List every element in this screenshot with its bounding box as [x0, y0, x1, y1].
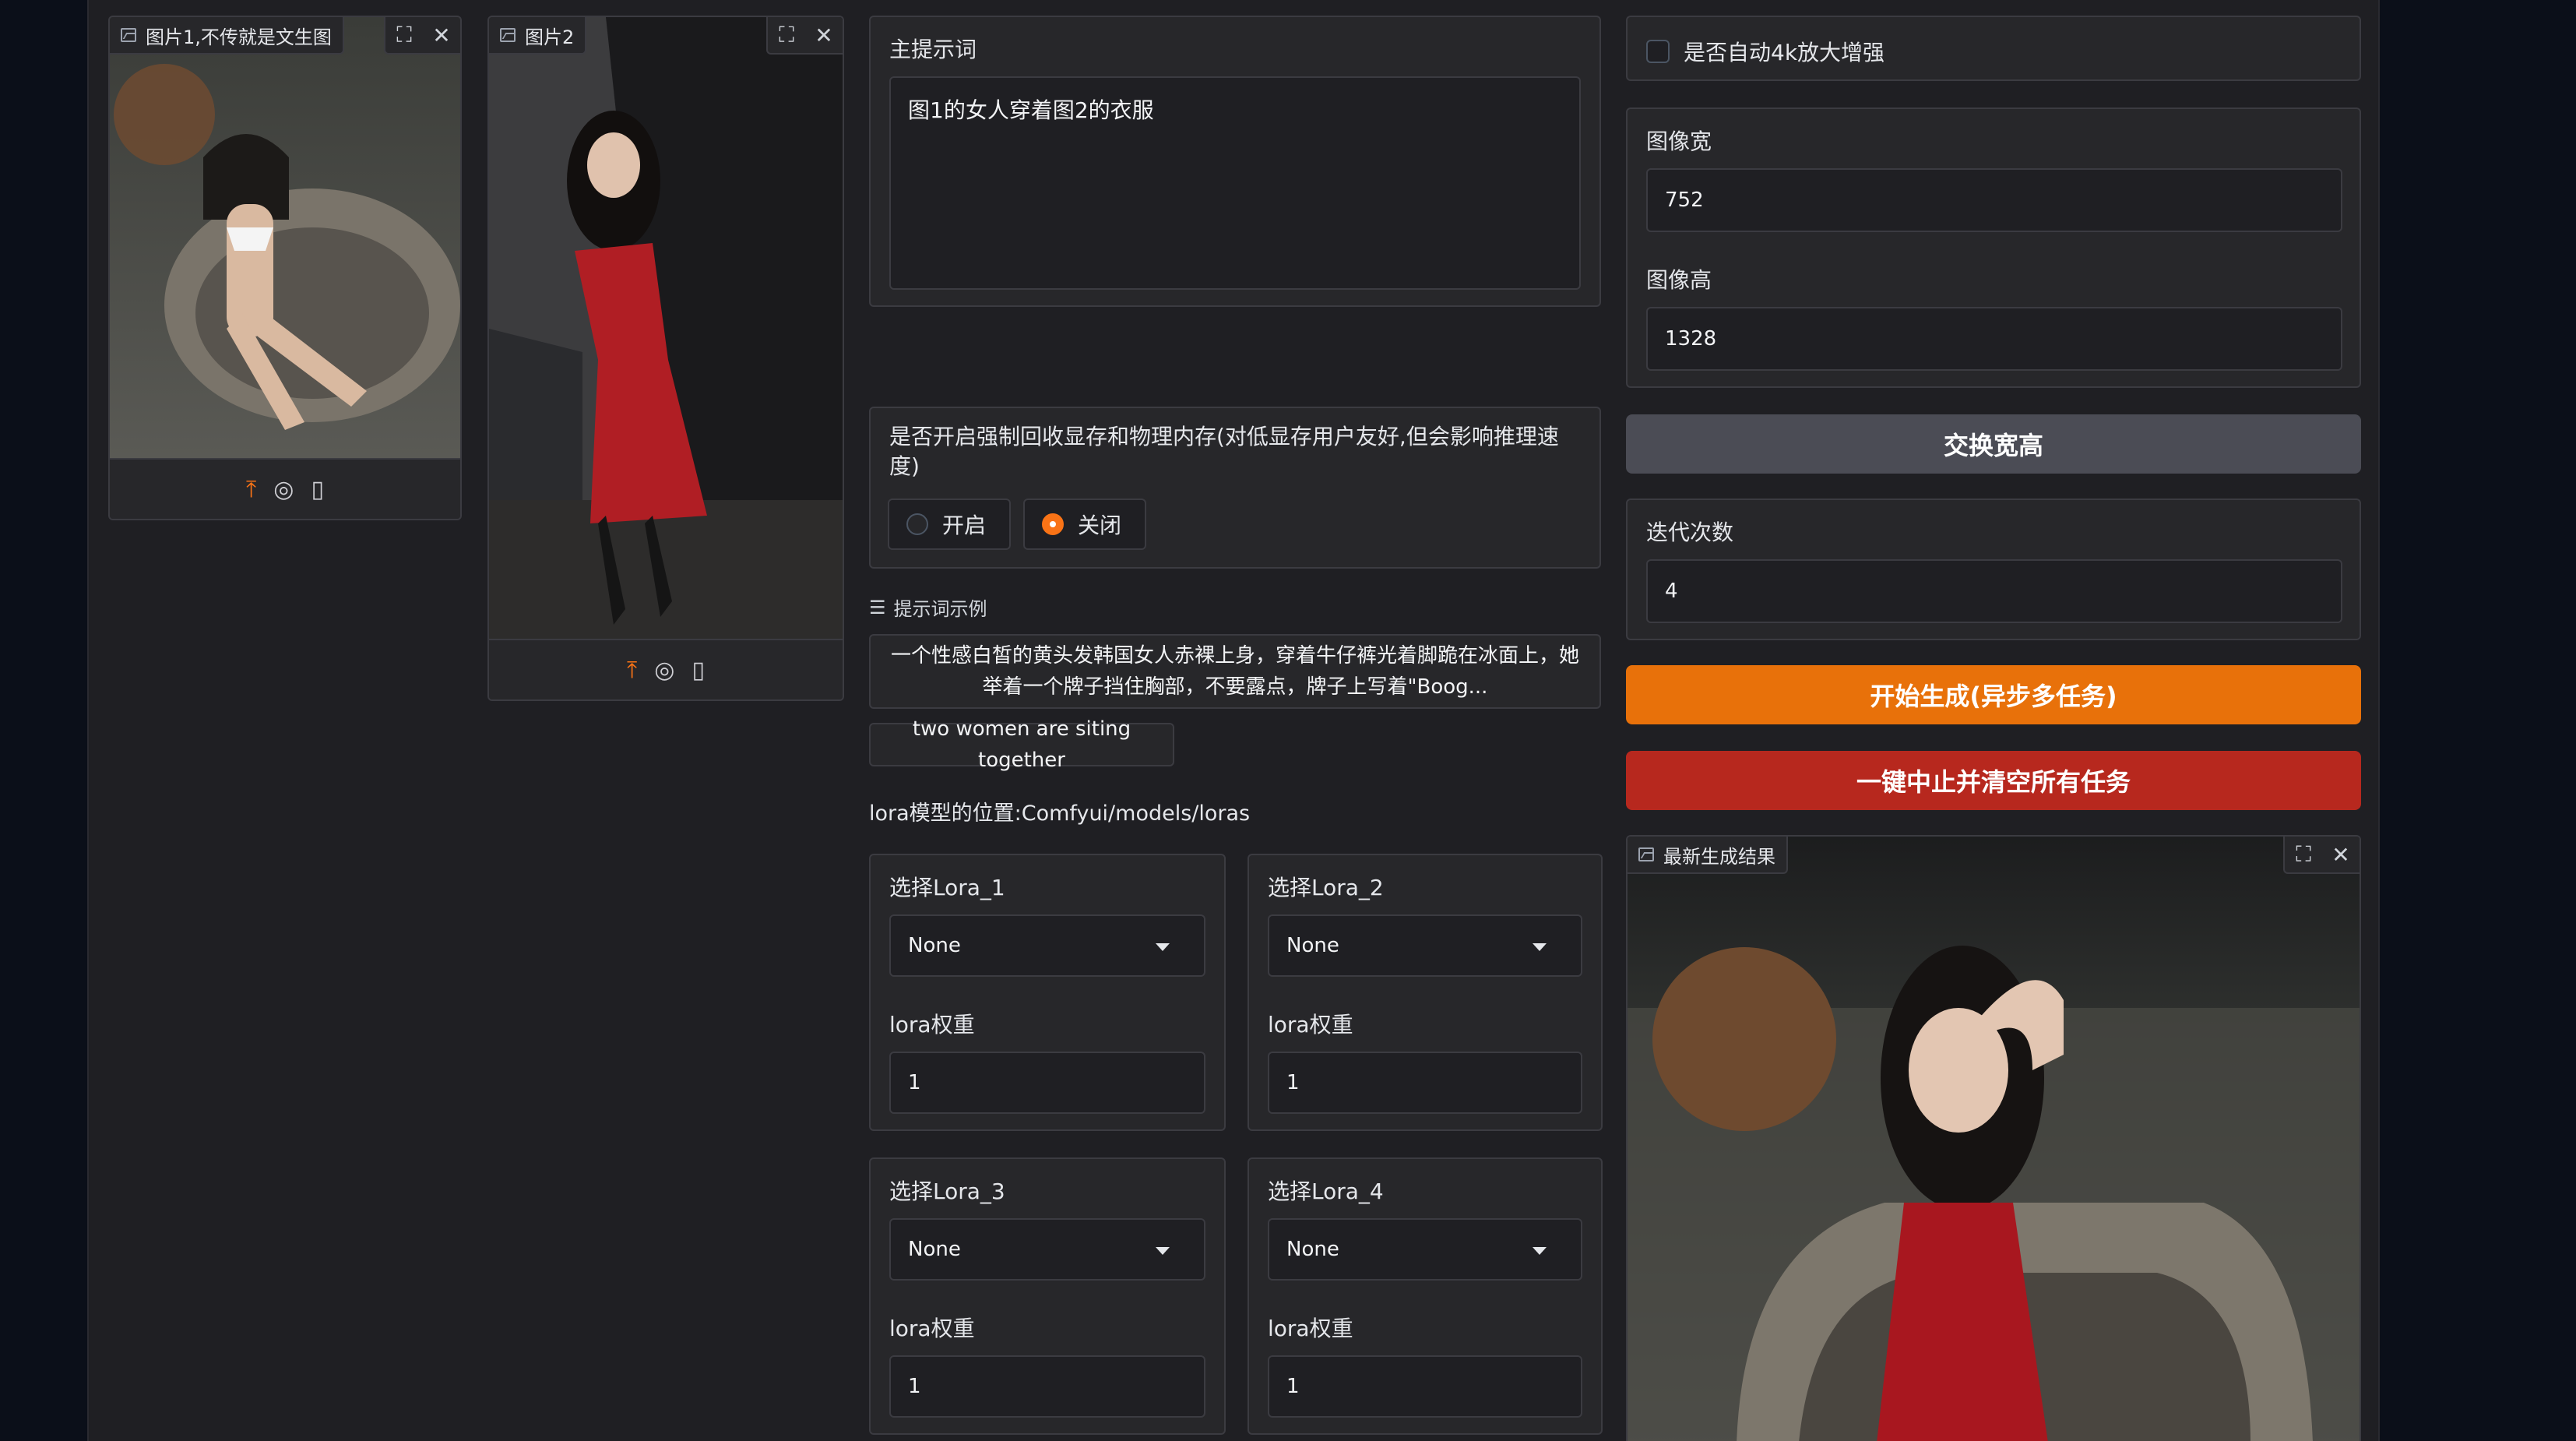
memory-block: 是否开启强制回收显存和物理内存(对低显存用户友好,但会影响推理速度) 开启 关闭 — [869, 407, 1601, 569]
lora1-block: 选择Lora_1 None lora权重 1 — [869, 854, 1226, 1131]
lora3-dropdown-value: None — [908, 1238, 961, 1261]
lora1-weight-input[interactable]: 1 — [889, 1052, 1205, 1114]
swap-size-button[interactable]: 交换宽高 — [1626, 414, 2361, 474]
caret-down-icon — [1156, 943, 1170, 951]
memory-option-on[interactable]: 开启 — [888, 499, 1011, 550]
caret-down-icon — [1533, 943, 1547, 951]
lora2-dropdown-value: None — [1286, 934, 1339, 957]
memory-option-on-label: 开启 — [942, 513, 987, 538]
lora2-weight-input[interactable]: 1 — [1268, 1052, 1582, 1114]
result-photo — [1628, 837, 2360, 1441]
lora1-weight-label: lora权重 — [889, 1012, 975, 1038]
width-label: 图像宽 — [1646, 129, 1712, 154]
lora3-weight-input[interactable]: 1 — [889, 1355, 1205, 1418]
close-icon[interactable]: ✕ — [2322, 837, 2360, 872]
fullscreen-icon[interactable]: ⛶ — [385, 17, 423, 53]
image1-tools: ⛶ ✕ — [384, 17, 460, 55]
lora4-dropdown-value: None — [1286, 1238, 1339, 1261]
steps-block: 迭代次数 4 — [1626, 499, 2361, 640]
clipboard-icon[interactable]: ▯ — [692, 657, 705, 684]
prompt-label: 主提示词 — [889, 37, 977, 62]
list-icon: ☰ — [869, 596, 886, 618]
image2-label-text: 图片2 — [525, 26, 575, 48]
start-generate-button[interactable]: 开始生成(异步多任务) — [1626, 665, 2361, 724]
prompt-block: 主提示词 图1的女人穿着图2的衣服 — [869, 16, 1601, 307]
image2-actions: ⤒ ◎ ▯ — [489, 639, 843, 699]
fullscreen-icon[interactable]: ⛶ — [768, 17, 805, 53]
lora1-select-label: 选择Lora_1 — [889, 875, 1005, 900]
prompt-textarea[interactable]: 图1的女人穿着图2的衣服 — [889, 76, 1581, 290]
memory-label: 是否开启强制回收显存和物理内存(对低显存用户友好,但会影响推理速度) — [889, 424, 1559, 479]
lora1-dropdown[interactable]: None — [889, 914, 1205, 977]
upscale-checkbox-row[interactable]: 是否自动4k放大增强 — [1646, 36, 1884, 67]
image2-panel[interactable]: 图片2 ⛶ ✕ ⤒ ◎ ▯ — [487, 16, 844, 701]
image2-photo — [489, 17, 843, 639]
size-block: 图像宽 752 图像高 1328 — [1626, 107, 2361, 388]
steps-label: 迭代次数 — [1646, 520, 1734, 545]
lora4-select-label: 选择Lora_4 — [1268, 1179, 1384, 1204]
steps-input[interactable]: 4 — [1646, 559, 2342, 623]
close-icon[interactable]: ✕ — [423, 17, 460, 53]
image-icon — [500, 28, 516, 42]
clipboard-icon[interactable]: ▯ — [311, 476, 324, 503]
upload-icon[interactable]: ⤒ — [246, 476, 256, 503]
webcam-icon[interactable]: ◎ — [273, 476, 294, 503]
result-label: 最新生成结果 — [1628, 837, 1788, 874]
lora4-block: 选择Lora_4 None lora权重 1 — [1248, 1157, 1603, 1435]
result-label-text: 最新生成结果 — [1663, 845, 1775, 868]
image2-tools: ⛶ ✕ — [766, 17, 843, 55]
image1-photo — [110, 17, 460, 458]
lora4-weight-label: lora权重 — [1268, 1316, 1353, 1341]
lora-path-text: lora模型的位置:Comfyui/models/loras — [869, 802, 1251, 826]
image2-label: 图片2 — [489, 17, 587, 55]
example-button-2[interactable]: two women are siting together — [869, 717, 1174, 772]
app-shell: 图片1,不传就是文生图 ⛶ ✕ ⤒ ◎ ▯ 图片2 ⛶ ✕ ⤒ ◎ ▯ 主提示词… — [87, 0, 2380, 1441]
caret-down-icon — [1533, 1247, 1547, 1255]
image1-panel[interactable]: 图片1,不传就是文生图 ⛶ ✕ ⤒ ◎ ▯ — [108, 16, 462, 520]
radio-checked-icon — [1042, 513, 1064, 535]
image-icon — [1638, 847, 1654, 861]
upscale-label: 是否自动4k放大增强 — [1684, 40, 1885, 65]
lora3-select-label: 选择Lora_3 — [889, 1179, 1005, 1204]
image1-label-text: 图片1,不传就是文生图 — [146, 26, 332, 48]
image-icon — [121, 28, 136, 42]
lora3-block: 选择Lora_3 None lora权重 1 — [869, 1157, 1226, 1435]
memory-option-off-label: 关闭 — [1078, 513, 1122, 538]
webcam-icon[interactable]: ◎ — [654, 657, 674, 684]
upload-icon[interactable]: ⤒ — [627, 657, 637, 684]
upscale-block: 是否自动4k放大增强 — [1626, 16, 2361, 81]
lora2-dropdown[interactable]: None — [1268, 914, 1582, 977]
lora4-dropdown[interactable]: None — [1268, 1218, 1582, 1281]
lora2-block: 选择Lora_2 None lora权重 1 — [1248, 854, 1603, 1131]
result-panel[interactable]: 最新生成结果 ⛶ ✕ — [1626, 835, 2361, 1441]
lora3-weight-label: lora权重 — [889, 1316, 975, 1341]
upscale-checkbox[interactable] — [1646, 40, 1670, 63]
height-input[interactable]: 1328 — [1646, 307, 2342, 371]
close-icon[interactable]: ✕ — [805, 17, 843, 53]
examples-header-text: 提示词示例 — [893, 598, 987, 620]
stop-clear-button[interactable]: 一键中止并清空所有任务 — [1626, 751, 2361, 810]
memory-option-off[interactable]: 关闭 — [1023, 499, 1146, 550]
lora2-weight-label: lora权重 — [1268, 1012, 1353, 1038]
fullscreen-icon[interactable]: ⛶ — [2285, 837, 2322, 872]
example-button-1[interactable]: 一个性感白皙的黄头发韩国女人赤裸上身，穿着牛仔裤光着脚跪在冰面上，她举着一个牌子… — [869, 634, 1601, 709]
radio-unchecked-icon — [906, 513, 928, 535]
result-tools: ⛶ ✕ — [2283, 837, 2360, 874]
lora4-weight-input[interactable]: 1 — [1268, 1355, 1582, 1418]
height-label: 图像高 — [1646, 267, 1712, 293]
lora3-dropdown[interactable]: None — [889, 1218, 1205, 1281]
examples-header: ☰ 提示词示例 — [869, 594, 987, 621]
lora1-dropdown-value: None — [908, 934, 961, 957]
lora2-select-label: 选择Lora_2 — [1268, 875, 1384, 900]
image1-actions: ⤒ ◎ ▯ — [110, 458, 460, 519]
width-input[interactable]: 752 — [1646, 168, 2342, 232]
caret-down-icon — [1156, 1247, 1170, 1255]
image1-label: 图片1,不传就是文生图 — [110, 17, 344, 55]
